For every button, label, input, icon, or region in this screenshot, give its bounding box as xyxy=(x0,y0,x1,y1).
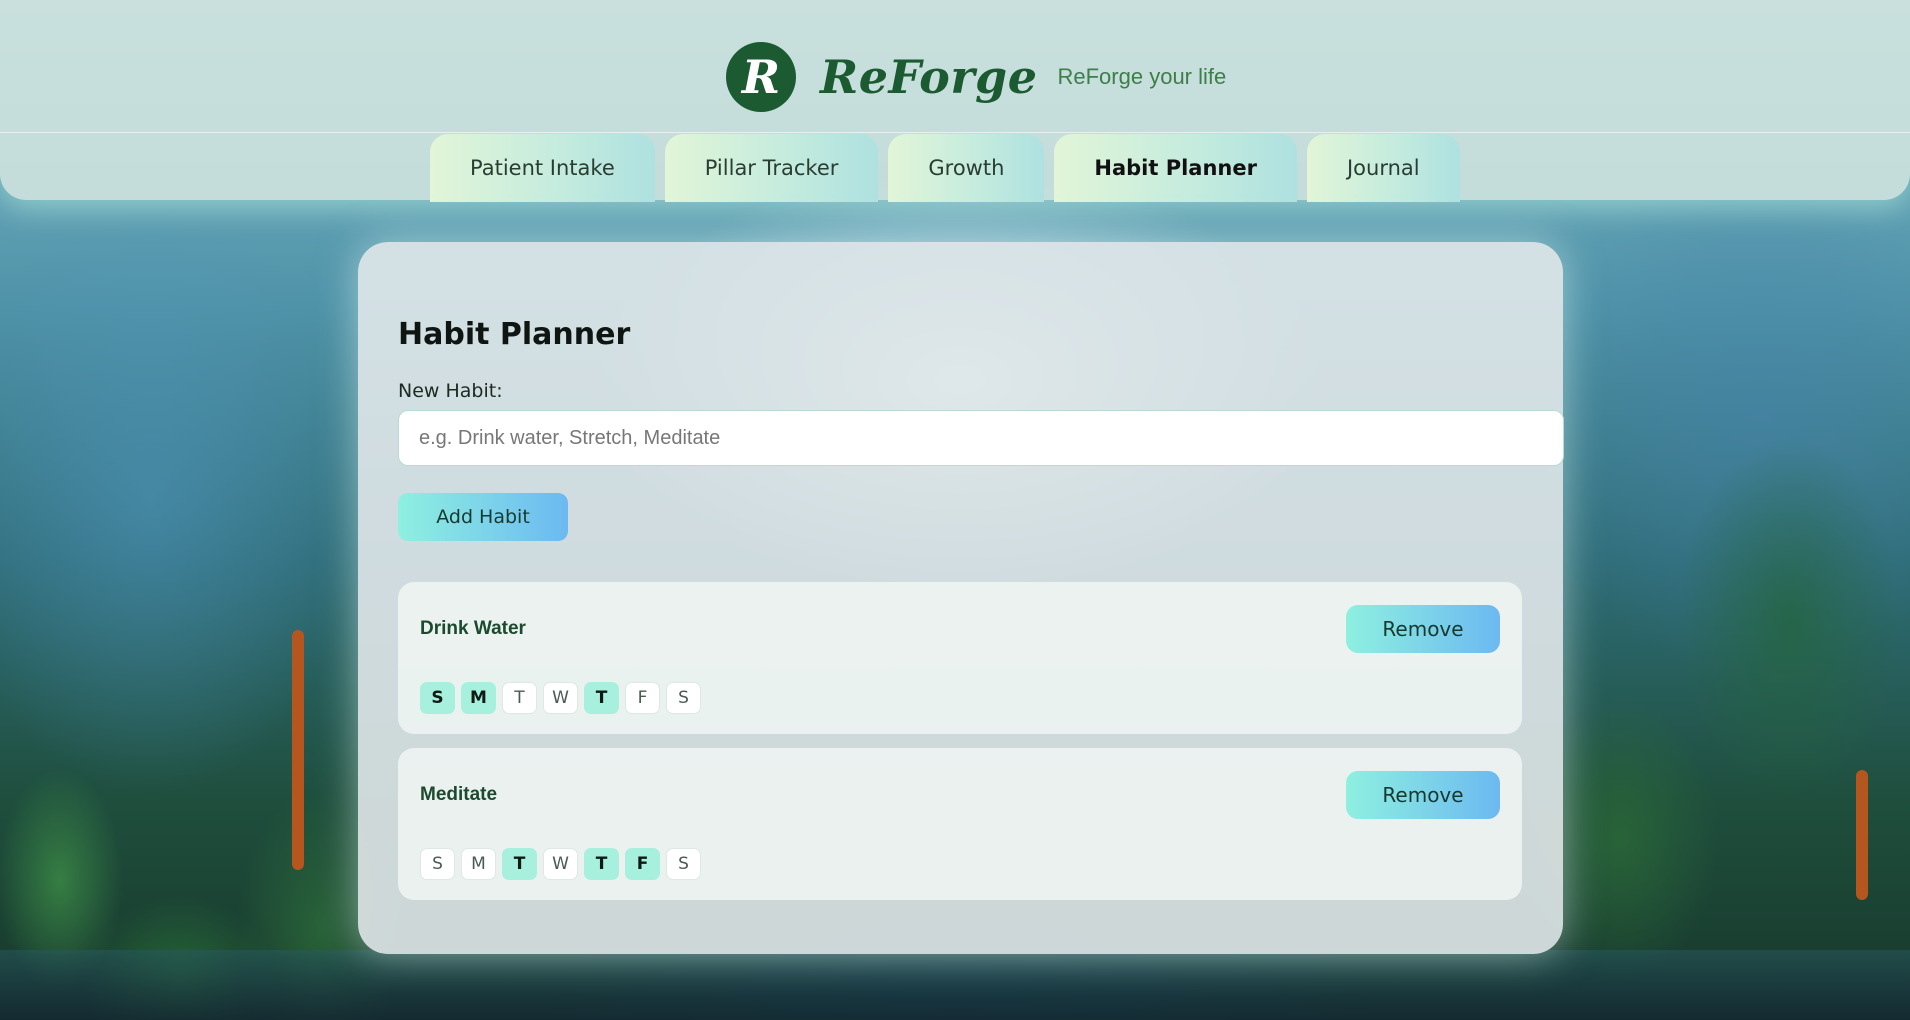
day-toggle-thursday[interactable]: T xyxy=(584,682,619,714)
header-divider xyxy=(0,132,1910,133)
logo-icon: R xyxy=(726,42,796,112)
day-toggle-saturday[interactable]: S xyxy=(666,682,701,714)
main-tabs: Patient Intake Pillar Tracker Growth Hab… xyxy=(430,134,1460,202)
remove-habit-button[interactable]: Remove xyxy=(1346,605,1500,653)
habit-planner-card: Habit Planner New Habit: Add Habit Drink… xyxy=(358,242,1564,954)
day-toggle-monday[interactable]: M xyxy=(461,682,496,714)
brand: R ReForge ReForge your life xyxy=(726,42,1226,112)
habit-item: Meditate Remove S M T W T F S xyxy=(398,748,1522,900)
new-habit-input[interactable] xyxy=(398,410,1564,466)
background-foliage-left xyxy=(0,460,420,1020)
tab-patient-intake[interactable]: Patient Intake xyxy=(430,134,655,202)
day-toggle-group: S M T W T F S xyxy=(420,682,701,714)
tab-growth[interactable]: Growth xyxy=(888,134,1045,202)
add-habit-button[interactable]: Add Habit xyxy=(398,493,568,541)
new-habit-label: New Habit: xyxy=(398,380,503,402)
page-title: Habit Planner xyxy=(398,317,631,352)
tab-journal[interactable]: Journal xyxy=(1306,134,1460,202)
day-toggle-tuesday[interactable]: T xyxy=(502,682,537,714)
day-toggle-wednesday[interactable]: W xyxy=(543,682,578,714)
background-cattail-left xyxy=(292,630,304,870)
day-toggle-group: S M T W T F S xyxy=(420,848,701,880)
day-toggle-saturday[interactable]: S xyxy=(666,848,701,880)
habit-item: Drink Water Remove S M T W T F S xyxy=(398,582,1522,734)
background-cattail-right xyxy=(1856,770,1868,900)
day-toggle-thursday[interactable]: T xyxy=(584,848,619,880)
day-toggle-sunday[interactable]: S xyxy=(420,848,455,880)
tab-habit-planner[interactable]: Habit Planner xyxy=(1054,134,1297,202)
day-toggle-tuesday[interactable]: T xyxy=(502,848,537,880)
day-toggle-monday[interactable]: M xyxy=(461,848,496,880)
tab-pillar-tracker[interactable]: Pillar Tracker xyxy=(664,134,879,202)
day-toggle-friday[interactable]: F xyxy=(625,848,660,880)
day-toggle-sunday[interactable]: S xyxy=(420,682,455,714)
remove-habit-button[interactable]: Remove xyxy=(1346,771,1500,819)
day-toggle-wednesday[interactable]: W xyxy=(543,848,578,880)
habit-name: Drink Water xyxy=(420,618,526,639)
app-header: R ReForge ReForge your life Patient Inta… xyxy=(0,0,1910,202)
background-water xyxy=(0,950,1910,1020)
app-tagline: ReForge your life xyxy=(1057,64,1227,89)
app-name: ReForge xyxy=(820,50,1038,104)
habit-name: Meditate xyxy=(420,784,498,805)
day-toggle-friday[interactable]: F xyxy=(625,682,660,714)
